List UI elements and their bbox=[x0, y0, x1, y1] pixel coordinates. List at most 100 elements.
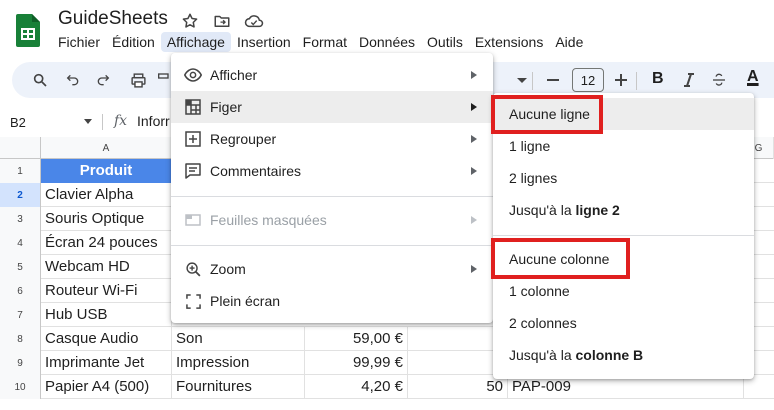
freeze-2-columns[interactable]: 2 colonnes bbox=[493, 307, 754, 339]
menu-extensions[interactable]: Extensions bbox=[469, 32, 549, 52]
search-icon[interactable] bbox=[30, 70, 50, 90]
highlight-box-rows bbox=[491, 95, 603, 134]
cloud-status-icon[interactable] bbox=[243, 10, 265, 32]
table-cell[interactable]: Clavier Alpha bbox=[41, 183, 172, 207]
submenu-arrow-icon bbox=[471, 265, 477, 273]
undo-icon[interactable] bbox=[63, 70, 83, 90]
menu-insert[interactable]: Insertion bbox=[231, 32, 297, 52]
menu-item-label: Plein écran bbox=[210, 293, 281, 309]
comment-icon bbox=[184, 162, 202, 180]
menu-item-label: Afficher bbox=[210, 67, 258, 83]
table-cell[interactable]: Papier A4 (500) bbox=[41, 375, 172, 399]
menu-item-show[interactable]: Afficher bbox=[171, 59, 493, 91]
freeze-up-to-row-prefix: Jusqu'à la bbox=[509, 202, 576, 218]
table-cell[interactable]: 4,20 € bbox=[305, 375, 408, 399]
menu-item-label: Zoom bbox=[210, 261, 246, 277]
freeze-up-to-row[interactable]: Jusqu'à la ligne 2 bbox=[493, 194, 754, 226]
font-size-input[interactable]: 12 bbox=[572, 68, 604, 92]
redo-icon[interactable] bbox=[93, 70, 113, 90]
cell-header-produit[interactable]: Produit bbox=[41, 159, 172, 183]
menu-item-hidden-sheets: Feuilles masquées bbox=[171, 204, 493, 236]
row-header[interactable]: 8 bbox=[0, 327, 41, 351]
text-color-button[interactable]: A bbox=[747, 68, 759, 86]
table-cell[interactable]: Hub USB bbox=[41, 303, 172, 327]
sheets-logo-icon[interactable] bbox=[16, 14, 40, 47]
menu-file[interactable]: Fichier bbox=[52, 32, 106, 52]
menu-item-label: Regrouper bbox=[210, 131, 277, 147]
plus-box-icon bbox=[184, 130, 202, 148]
decrease-font-size-icon[interactable] bbox=[543, 70, 563, 90]
row-header[interactable]: 7 bbox=[0, 303, 41, 327]
freeze-up-to-row-target: ligne 2 bbox=[575, 202, 620, 218]
name-box-dropdown-icon[interactable] bbox=[84, 119, 92, 124]
menu-help[interactable]: Aide bbox=[549, 32, 589, 52]
menu-item-zoom[interactable]: Zoom bbox=[171, 253, 493, 285]
menu-item-comments[interactable]: Commentaires bbox=[171, 155, 493, 187]
freeze-up-to-column[interactable]: Jusqu'à la colonne B bbox=[493, 339, 754, 371]
table-cell[interactable]: Impression bbox=[172, 351, 305, 375]
view-menu: Afficher Figer Regrouper Commentaires Fe… bbox=[171, 53, 493, 323]
table-cell[interactable]: 99,99 € bbox=[305, 351, 408, 375]
highlight-box-columns bbox=[491, 238, 630, 279]
fullscreen-icon bbox=[184, 292, 202, 310]
freeze-1-column[interactable]: 1 colonne bbox=[493, 275, 754, 307]
table-cell[interactable]: Écran 24 pouces bbox=[41, 231, 172, 255]
menu-item-label: Figer bbox=[210, 99, 242, 115]
menu-edit[interactable]: Édition bbox=[106, 32, 161, 52]
table-cell[interactable]: 59,00 € bbox=[305, 327, 408, 351]
menu-view[interactable]: Affichage bbox=[160, 32, 231, 52]
hidden-sheet-icon bbox=[184, 211, 202, 229]
zoom-icon bbox=[184, 260, 202, 278]
table-cell[interactable]: Son bbox=[172, 327, 305, 351]
increase-font-size-icon[interactable] bbox=[611, 70, 631, 90]
column-header-a[interactable]: A bbox=[41, 137, 172, 159]
table-cell[interactable]: Fournitures bbox=[172, 375, 305, 399]
row-header-selected[interactable]: 2 bbox=[0, 183, 41, 207]
table-cell[interactable]: Routeur Wi-Fi bbox=[41, 279, 172, 303]
freeze-grid-icon bbox=[184, 98, 202, 116]
menu-data[interactable]: Données bbox=[353, 32, 421, 52]
submenu-arrow-icon bbox=[471, 216, 477, 224]
freeze-up-to-column-prefix: Jusqu'à la bbox=[509, 347, 576, 363]
star-icon[interactable] bbox=[179, 10, 201, 32]
bold-button[interactable]: B bbox=[652, 70, 664, 88]
row-header[interactable]: 4 bbox=[0, 231, 41, 255]
row-header[interactable]: 10 bbox=[0, 375, 41, 399]
menu-item-label: Commentaires bbox=[210, 163, 302, 179]
freeze-1-row[interactable]: 1 ligne bbox=[493, 130, 754, 162]
submenu-arrow-icon bbox=[471, 167, 477, 175]
name-box[interactable]: B2 bbox=[0, 110, 100, 134]
menu-format[interactable]: Format bbox=[297, 32, 353, 52]
table-cell[interactable]: Webcam HD bbox=[41, 255, 172, 279]
eye-icon bbox=[184, 66, 202, 84]
freeze-up-to-column-target: colonne B bbox=[575, 347, 644, 363]
menu-item-fullscreen[interactable]: Plein écran bbox=[171, 285, 493, 317]
menu-item-group[interactable]: Regrouper bbox=[171, 123, 493, 155]
font-dropdown-icon[interactable] bbox=[512, 70, 532, 90]
print-icon[interactable] bbox=[128, 70, 148, 90]
strikethrough-icon[interactable] bbox=[709, 70, 729, 90]
select-all-corner[interactable] bbox=[0, 137, 41, 159]
menu-bar: Fichier Édition Affichage Insertion Form… bbox=[52, 30, 589, 54]
function-icon: fx bbox=[114, 113, 128, 129]
document-title[interactable]: GuideSheets bbox=[58, 8, 168, 30]
menu-tools[interactable]: Outils bbox=[421, 32, 469, 52]
formula-input[interactable]: Inforr bbox=[137, 113, 170, 129]
submenu-arrow-icon bbox=[471, 135, 477, 143]
cell-reference: B2 bbox=[10, 114, 26, 130]
row-header[interactable]: 5 bbox=[0, 255, 41, 279]
move-to-folder-icon[interactable] bbox=[211, 10, 233, 32]
table-cell[interactable]: Casque Audio bbox=[41, 327, 172, 351]
freeze-submenu: Aucune ligne 1 ligne 2 lignes Jusqu'à la… bbox=[493, 93, 754, 379]
submenu-arrow-icon bbox=[471, 71, 477, 79]
menu-item-freeze[interactable]: Figer bbox=[171, 91, 493, 123]
row-header[interactable]: 1 bbox=[0, 159, 41, 183]
row-header[interactable]: 6 bbox=[0, 279, 41, 303]
row-header[interactable]: 9 bbox=[0, 351, 41, 375]
freeze-2-rows[interactable]: 2 lignes bbox=[493, 162, 754, 194]
table-cell[interactable]: 50 bbox=[408, 375, 508, 399]
row-header[interactable]: 3 bbox=[0, 207, 41, 231]
italic-icon[interactable] bbox=[679, 70, 699, 90]
table-cell[interactable]: Souris Optique bbox=[41, 207, 172, 231]
table-cell[interactable]: Imprimante Jet bbox=[41, 351, 172, 375]
